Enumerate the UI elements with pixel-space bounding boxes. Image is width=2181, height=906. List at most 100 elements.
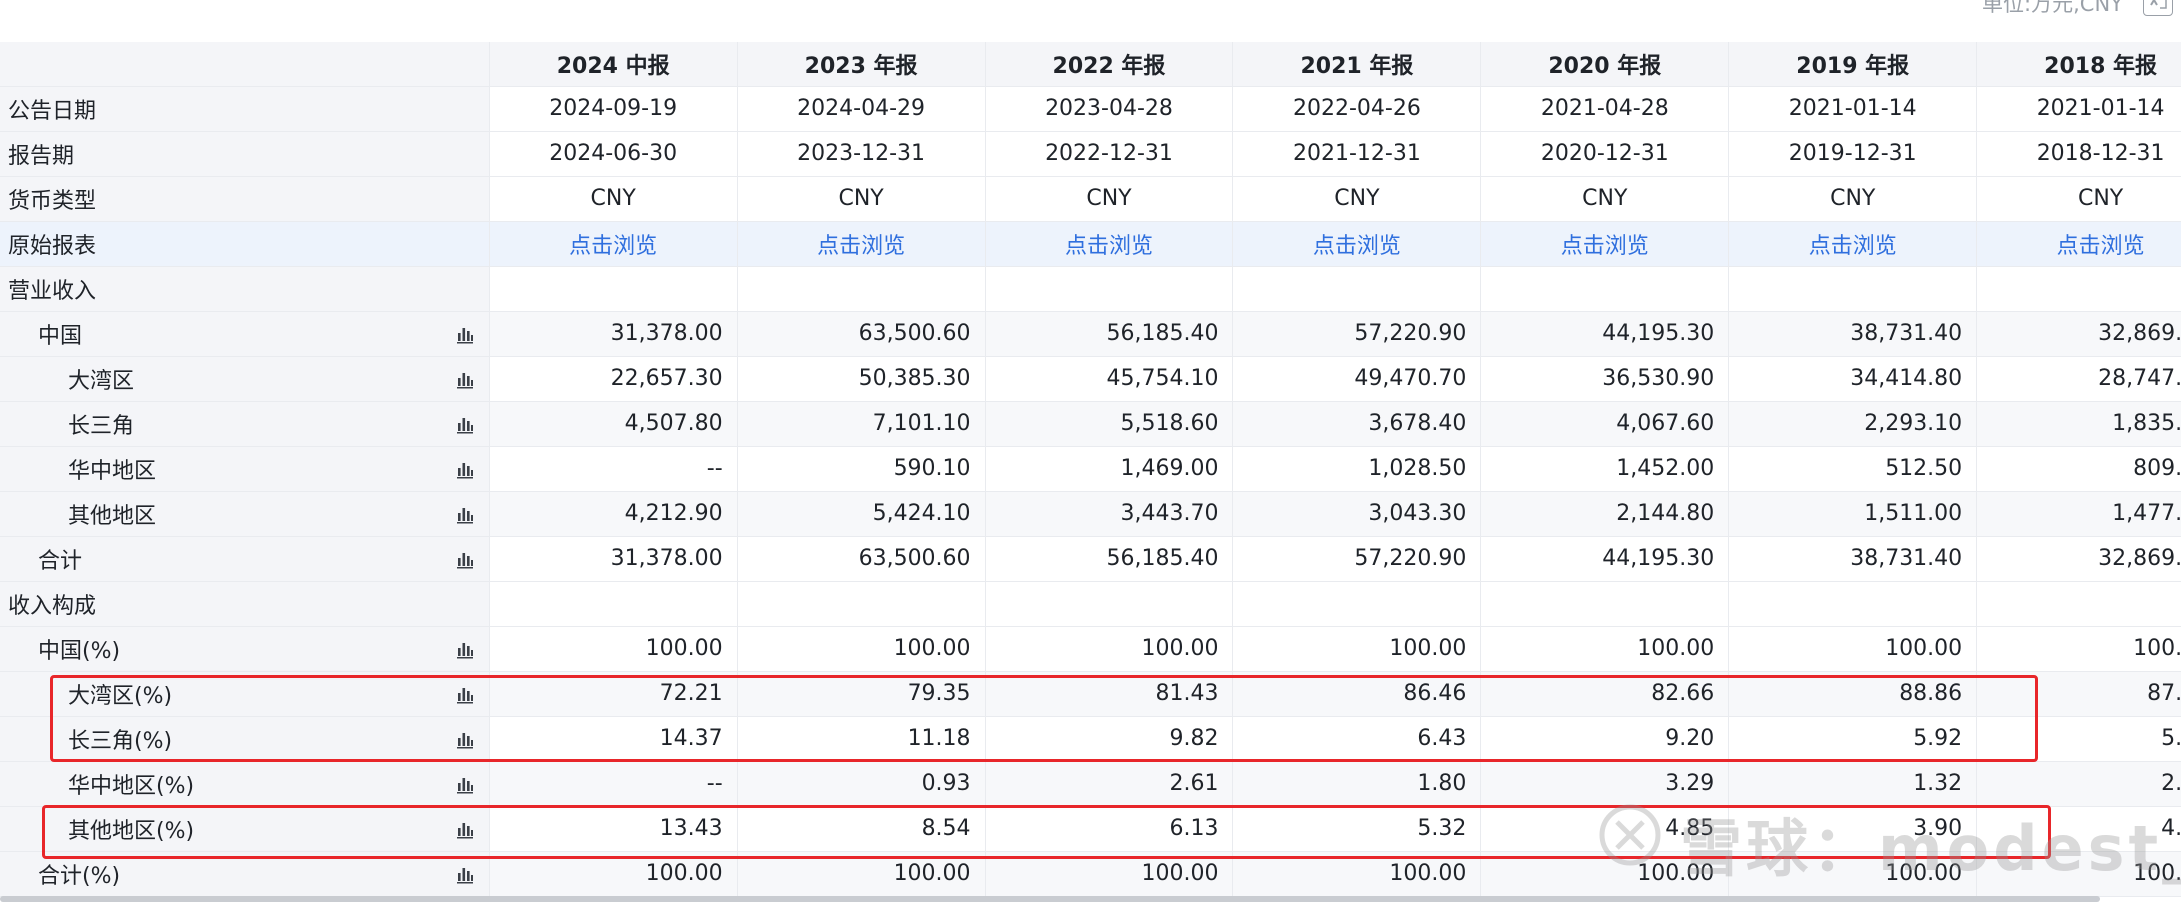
- view-report-link[interactable]: 点击浏览: [1065, 234, 1153, 259]
- row-label-cell: 其他地区(%): [0, 806, 490, 852]
- column-header[interactable]: 2023 年报: [737, 42, 986, 87]
- cell-value: 11.18: [907, 726, 971, 751]
- excel-export-icon[interactable]: [2143, 0, 2173, 16]
- column-header[interactable]: 2018 年报: [1976, 42, 2181, 87]
- table-cell: 100.00: [1728, 626, 1978, 672]
- table-cell[interactable]: 点击浏览: [1480, 221, 1730, 267]
- cell-value: 49,470.70: [1354, 366, 1467, 391]
- cell-value: CNY: [838, 186, 884, 211]
- table-cell: 57,220.90: [1232, 536, 1482, 582]
- table-cell: 1,477.10: [1976, 491, 2181, 537]
- bar-chart-icon[interactable]: [455, 684, 475, 704]
- table-row: 货币类型CNYCNYCNYCNYCNYCNYCNYCNY: [0, 176, 2181, 222]
- table-row: 华中地区 -- 590.10 1,469.00 1,028.50 1,452.00 512.…: [0, 446, 2181, 492]
- table-row: 报告期 2024-06-30 2023-12-31 2022-12-31 2021-12…: [0, 131, 2181, 177]
- row-label: 报告期: [8, 143, 75, 169]
- table-cell[interactable]: 点击浏览: [737, 221, 986, 267]
- cell-value: 13.43: [659, 816, 723, 841]
- table-cell: 13.43: [489, 806, 738, 852]
- table-cell: 2,293.10: [1728, 401, 1978, 447]
- view-report-link[interactable]: 点击浏览: [2057, 234, 2145, 259]
- table-cell: CNY: [1480, 176, 1730, 222]
- row-label: 长三角: [68, 413, 135, 439]
- table-cell: [1232, 581, 1482, 627]
- table-cell: 4.85: [1480, 806, 1730, 852]
- table-cell: 5.32: [1232, 806, 1482, 852]
- cell-value: 4,067.60: [1616, 411, 1715, 436]
- table-cell: 8.54: [737, 806, 986, 852]
- table-cell: 81.43: [985, 671, 1234, 717]
- cell-value: CNY: [590, 186, 636, 211]
- bar-chart-icon[interactable]: [455, 864, 475, 884]
- view-report-link[interactable]: 点击浏览: [1561, 234, 1649, 259]
- bar-chart-icon[interactable]: [455, 324, 475, 344]
- cell-value: 57,220.90: [1354, 321, 1467, 346]
- bar-chart-icon[interactable]: [455, 549, 475, 569]
- cell-value: 100.00: [893, 861, 971, 886]
- table-cell: 86.46: [1232, 671, 1482, 717]
- cell-value: 79.35: [907, 681, 971, 706]
- column-header[interactable]: 2021 年报: [1232, 42, 1482, 87]
- column-header[interactable]: 2019 年报: [1728, 42, 1978, 87]
- table-cell: 5,518.60: [985, 401, 1234, 447]
- cell-value: 5,424.10: [872, 501, 971, 526]
- row-label-cell: 长三角: [0, 401, 490, 447]
- view-report-link[interactable]: 点击浏览: [569, 234, 657, 259]
- table-cell: [489, 581, 738, 627]
- cell-value: 34,414.80: [1850, 366, 1963, 391]
- cell-value: 100.00: [1141, 636, 1219, 661]
- table-cell: 100.00: [1728, 851, 1978, 897]
- table-cell: 2022-12-31: [985, 131, 1234, 177]
- cell-value: 32,869.40: [2098, 546, 2181, 571]
- bar-chart-icon[interactable]: [455, 414, 475, 434]
- column-header[interactable]: 2020 年报: [1480, 42, 1730, 87]
- column-header[interactable]: 2022 年报: [985, 42, 1234, 87]
- bar-chart-icon[interactable]: [455, 819, 475, 839]
- cell-value: 0.93: [921, 771, 971, 796]
- table-row: 收入构成: [0, 581, 2181, 627]
- bar-chart-icon[interactable]: [455, 504, 475, 524]
- horizontal-scrollbar[interactable]: [0, 896, 2100, 902]
- table-cell[interactable]: 点击浏览: [1976, 221, 2181, 267]
- cell-value: 1,477.10: [2112, 501, 2181, 526]
- table-cell[interactable]: 点击浏览: [1728, 221, 1978, 267]
- row-label-cell: 货币类型: [0, 176, 490, 222]
- cell-value: 5.92: [1913, 726, 1963, 751]
- bar-chart-icon[interactable]: [455, 774, 475, 794]
- cell-value: 3,678.40: [1368, 411, 1467, 436]
- row-label: 货币类型: [8, 188, 97, 214]
- table-cell[interactable]: 点击浏览: [1232, 221, 1482, 267]
- view-report-link[interactable]: 点击浏览: [1313, 234, 1401, 259]
- table-row: 公告日期 2024-09-19 2024-04-29 2023-04-28 2022-0…: [0, 86, 2181, 132]
- bar-chart-icon[interactable]: [455, 639, 475, 659]
- cell-value: 6.13: [1169, 816, 1219, 841]
- cell-value: 2019-12-31: [1788, 141, 1917, 166]
- cell-value: 87.46: [2147, 681, 2181, 706]
- view-report-link[interactable]: 点击浏览: [817, 234, 905, 259]
- table-cell: [737, 266, 986, 312]
- bar-chart-icon[interactable]: [455, 459, 475, 479]
- table-cell[interactable]: 点击浏览: [489, 221, 738, 267]
- cell-value: 44,195.30: [1602, 546, 1715, 571]
- cell-value: 81.43: [1155, 681, 1219, 706]
- bar-chart-icon[interactable]: [455, 729, 475, 749]
- table-cell: 1,469.00: [985, 446, 1234, 492]
- cell-value: 56,185.40: [1106, 321, 1219, 346]
- table-cell: 1.80: [1232, 761, 1482, 807]
- cell-value: 38,731.40: [1850, 546, 1963, 571]
- data-table-container[interactable]: 2024 中报 2023 年报 2022 年报 2021 年报 2020 年报 2019 …: [0, 42, 2181, 902]
- row-label: 大湾区: [68, 368, 135, 394]
- column-header[interactable]: 2024 中报: [489, 42, 738, 87]
- cell-value: 32,869.40: [2098, 321, 2181, 346]
- bar-chart-icon[interactable]: [455, 369, 475, 389]
- table-cell: 512.50: [1728, 446, 1978, 492]
- cell-value: 88.86: [1899, 681, 1963, 706]
- table-cell: 63,500.60: [737, 311, 986, 357]
- view-report-link[interactable]: 点击浏览: [1809, 234, 1897, 259]
- row-label: 原始报表: [8, 233, 97, 259]
- table-cell[interactable]: 点击浏览: [985, 221, 1234, 267]
- table-cell: [985, 581, 1234, 627]
- table-cell: 4,212.90: [489, 491, 738, 537]
- table-cell: 82.66: [1480, 671, 1730, 717]
- row-label-cell: 报告期: [0, 131, 490, 177]
